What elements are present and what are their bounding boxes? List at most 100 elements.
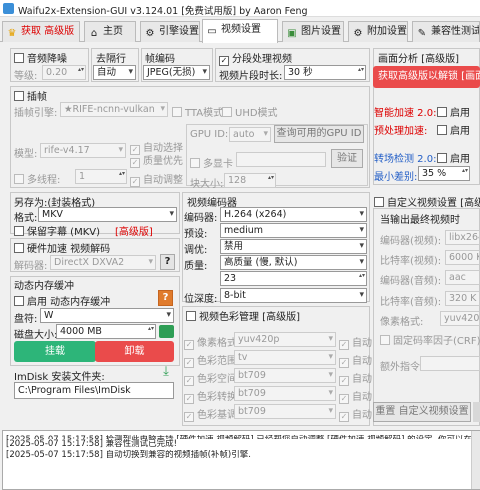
pixfmt-select[interactable]: yuv420p bbox=[234, 332, 336, 347]
log-scrollbar[interactable] bbox=[471, 431, 480, 489]
transfer-checkbox[interactable]: ✓ 色彩转换 bbox=[184, 388, 237, 404]
bitdepth-select[interactable]: 8-bit bbox=[220, 288, 367, 303]
checkbox-box[interactable] bbox=[222, 107, 232, 117]
custom-pixfmt-input[interactable]: yuv420p bbox=[440, 311, 480, 326]
uhd-checkbox[interactable]: UHD模式 bbox=[222, 104, 278, 119]
interp-engine-select[interactable]: ★RIFE-ncnn-vulkan bbox=[60, 102, 168, 117]
checkbox-box[interactable] bbox=[14, 174, 24, 184]
range-select[interactable]: tv bbox=[234, 350, 336, 365]
checkbox-box[interactable] bbox=[437, 125, 447, 135]
encoder-select[interactable]: H.264 (x264) bbox=[220, 207, 367, 222]
checkbox-box[interactable] bbox=[190, 158, 200, 168]
space-checkbox[interactable]: ✓ 色彩空间 bbox=[184, 370, 237, 386]
space-select[interactable]: bt709 bbox=[234, 368, 336, 383]
tab-video-settings[interactable]: ▭ 视频设置 bbox=[202, 19, 278, 43]
checkbox-box[interactable] bbox=[437, 153, 447, 163]
tab-home[interactable]: ⌂ 主页 bbox=[84, 21, 136, 42]
block-size-input[interactable]: 128 bbox=[224, 173, 276, 188]
tab-compatibility-test[interactable]: ✎ 兼容性测试 bbox=[412, 21, 480, 42]
color-mgmt-checkbox[interactable]: 视频色彩管理 [高级版] bbox=[186, 308, 300, 323]
bitrate-v-input[interactable]: 6000 K bbox=[445, 250, 480, 265]
preset-select[interactable]: medium bbox=[220, 223, 367, 238]
checkbox-box[interactable] bbox=[374, 197, 384, 207]
custom-video-checkbox[interactable]: 自定义视频设置 [高级版] bbox=[374, 194, 480, 209]
checkbox-box[interactable]: ✓ bbox=[184, 394, 194, 404]
bitrate-a-input[interactable]: 320 K bbox=[445, 291, 480, 306]
pixfmt-checkbox[interactable]: ✓ 像素格式 bbox=[184, 334, 237, 350]
checkbox-box[interactable]: ✓ bbox=[339, 376, 349, 386]
checkbox-box[interactable] bbox=[380, 335, 390, 345]
deinterlace-select[interactable]: 自动 bbox=[93, 65, 136, 80]
extra-cmd-input[interactable] bbox=[420, 356, 480, 371]
segment-checkbox[interactable]: ✓ 分段处理视频 bbox=[219, 50, 292, 66]
checkbox-box[interactable] bbox=[14, 243, 24, 253]
transfer-auto-checkbox[interactable]: ✓ 自动 bbox=[339, 388, 372, 404]
get-pro-unlock-button[interactable]: 获取高级版以解锁 [画面 bbox=[373, 66, 480, 88]
segment-duration-input[interactable]: 30 秒 bbox=[284, 65, 366, 80]
quality-first-checkbox[interactable]: ✓ 质量优先 bbox=[130, 152, 183, 168]
reset-custom-video-button[interactable]: 重置 自定义视频设置 bbox=[373, 402, 471, 422]
checkbox-box[interactable]: ✓ bbox=[339, 340, 349, 350]
model-select[interactable]: rife-v4.17 bbox=[40, 143, 126, 158]
crf-input[interactable]: 23 bbox=[220, 271, 367, 286]
checkbox-box[interactable] bbox=[172, 107, 182, 117]
query-gpu-button[interactable]: 查询可用的GPU ID bbox=[274, 125, 364, 143]
smart-accel-checkbox[interactable]: 启用 bbox=[437, 104, 470, 119]
verify-button[interactable]: 验证 bbox=[331, 149, 363, 168]
checkbox-box[interactable]: ✓ bbox=[184, 376, 194, 386]
frame-encoding-select[interactable]: JPEG(无损) bbox=[143, 65, 210, 80]
primaries-auto-checkbox[interactable]: ✓ 自动 bbox=[339, 406, 372, 422]
disk-size-input[interactable]: 4000 MB bbox=[56, 324, 156, 339]
pixfmt-auto-checkbox[interactable]: ✓ 自动 bbox=[339, 334, 372, 350]
format-select[interactable]: MKV bbox=[38, 207, 177, 222]
keep-subs-checkbox[interactable]: 保留字幕 (MKV) bbox=[14, 223, 100, 238]
download-icon[interactable]: ⤓ bbox=[158, 365, 174, 379]
checkbox-box[interactable]: ✓ bbox=[339, 358, 349, 368]
decoder-help-button[interactable]: ? bbox=[160, 254, 175, 270]
transcode-checkbox[interactable]: 启用 bbox=[437, 150, 470, 165]
hw-accel-checkbox[interactable]: 硬件加速 视频解码 bbox=[14, 240, 110, 255]
checkbox-box[interactable] bbox=[437, 107, 447, 117]
checkbox-box[interactable]: ✓ bbox=[339, 412, 349, 422]
imdisk-path-input[interactable]: C:\Program Files\ImDisk bbox=[14, 382, 174, 399]
tab-additional-settings[interactable]: ⚙ 附加设置 bbox=[348, 21, 408, 42]
multi-gpu-checkbox[interactable]: 多显卡 bbox=[190, 155, 233, 170]
primaries-select[interactable]: bt709 bbox=[234, 404, 336, 419]
auto-adjust-checkbox[interactable]: ✓ 自动调整 bbox=[130, 171, 183, 187]
checkbox-box[interactable]: ✓ bbox=[184, 340, 194, 350]
tab-engine-settings[interactable]: ⚙ 引擎设置 bbox=[140, 21, 200, 42]
checkbox-box[interactable]: ✓ bbox=[339, 394, 349, 404]
tab-get-pro[interactable]: ♛ 获取 高级版 bbox=[2, 21, 80, 42]
dyn-mem-help-button[interactable]: ? bbox=[158, 290, 173, 306]
checkbox-box[interactable] bbox=[14, 296, 24, 306]
quality-select[interactable]: 高质量 (慢, 默认) bbox=[220, 255, 367, 270]
checkbox-box[interactable]: ✓ bbox=[219, 56, 229, 66]
range-checkbox[interactable]: ✓ 色彩范围 bbox=[184, 352, 237, 368]
primaries-checkbox[interactable]: ✓ 色彩基调 bbox=[184, 406, 237, 422]
dyn-mem-enable-checkbox[interactable]: 启用 动态内存缓冲 bbox=[14, 293, 110, 308]
transfer-select[interactable]: bt709 bbox=[234, 386, 336, 401]
multi-gpu-input[interactable] bbox=[236, 152, 326, 167]
mount-button[interactable]: 挂载 bbox=[14, 341, 96, 362]
checkbox-box[interactable] bbox=[14, 91, 24, 101]
checkbox-box[interactable]: ✓ bbox=[184, 412, 194, 422]
tta-checkbox[interactable]: TTA模式 bbox=[172, 104, 223, 119]
gpu-id-select[interactable]: auto bbox=[229, 127, 271, 142]
space-auto-checkbox[interactable]: ✓ 自动 bbox=[339, 370, 372, 386]
frame-interp-checkbox[interactable]: 插帧 bbox=[14, 88, 47, 103]
audio-denoise-checkbox[interactable]: 音频降噪 bbox=[14, 50, 67, 65]
denoise-level-input[interactable]: 0.20 bbox=[42, 65, 86, 80]
checkbox-box[interactable]: ✓ bbox=[130, 177, 140, 187]
min-diff-input[interactable]: 35 % bbox=[418, 166, 470, 181]
checkbox-box[interactable] bbox=[14, 53, 24, 63]
drive-select[interactable]: W bbox=[40, 308, 174, 323]
range-auto-checkbox[interactable]: ✓ 自动 bbox=[339, 352, 372, 368]
decoder-select[interactable]: DirectX DXVA2 bbox=[50, 255, 156, 270]
checkbox-box[interactable] bbox=[186, 311, 196, 321]
encoder-a-input[interactable]: aac bbox=[445, 270, 480, 285]
checkbox-box[interactable] bbox=[14, 226, 24, 236]
tune-select[interactable]: 禁用 bbox=[220, 239, 367, 254]
fixed-rate-checkbox[interactable]: 固定码率因子(CRF): bbox=[380, 332, 480, 347]
unmount-button[interactable]: 卸载 bbox=[95, 341, 174, 362]
checkbox-box[interactable]: ✓ bbox=[184, 358, 194, 368]
